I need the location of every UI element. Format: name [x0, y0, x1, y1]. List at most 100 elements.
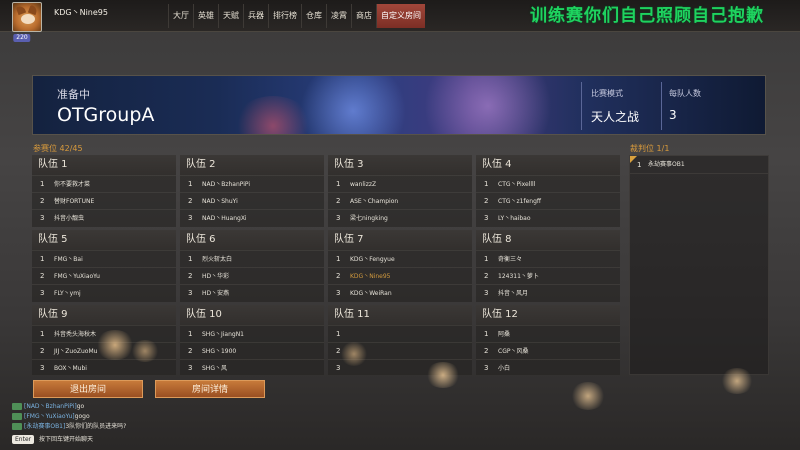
enter-key-icon: Enter	[12, 435, 35, 444]
team-slot-row[interactable]: 3 小白	[476, 359, 620, 375]
nav-item-weapons[interactable]: 兵器	[243, 4, 268, 28]
team-title: 队伍 12	[476, 305, 620, 325]
team-slot-row[interactable]: 1 你不要救才菜	[32, 175, 176, 192]
room-status: 准备中	[57, 88, 90, 101]
banner-divider	[581, 82, 582, 130]
team-slot-row[interactable]: 1 FMG丶Bai	[32, 250, 176, 267]
team-slot-row[interactable]: 3 BOX丶Mubi	[32, 359, 176, 375]
team-card: 队伍 3 1 wanlizzZ 2 ASE丶Champion 3 梁七ningking	[328, 155, 472, 227]
team-slot-row[interactable]: 2 NAD丶ShuYi	[180, 192, 324, 209]
team-slot-row[interactable]: 2 SHG丶1900	[180, 342, 324, 359]
team-title: 队伍 11	[328, 305, 472, 325]
participant-slots-label: 参赛位	[33, 144, 57, 153]
team-slot-row[interactable]: 1 烈火斩太白	[180, 250, 324, 267]
team-slot-row[interactable]: 2 替财FORTUNE	[32, 192, 176, 209]
player-name: SHG丶JiangN1	[202, 331, 245, 338]
room-details-button[interactable]: 房间详情	[155, 380, 265, 398]
chat-sender[interactable]: [NAD丶BzhanPiPi]	[24, 403, 77, 410]
team-title: 队伍 9	[32, 305, 176, 325]
team-slot-row[interactable]: 3 NAD丶HuangXi	[180, 209, 324, 226]
player-username: KDG丶Nine95	[54, 8, 108, 17]
chat-sender[interactable]: [永劫赛事OB1]	[24, 423, 65, 430]
room-banner: 准备中 OTGroupA 比赛模式 天人之战 每队人数 3	[32, 75, 766, 135]
team-slot-row[interactable]: 2 FMG丶YuXiaoYu	[32, 267, 176, 284]
slot-index: 3	[40, 364, 45, 372]
team-slot-row[interactable]: 3 LY丶haibao	[476, 209, 620, 226]
slot-index: 1	[336, 330, 341, 338]
referee-slots-count: 1/1	[656, 144, 670, 153]
slot-index: 2	[188, 347, 193, 355]
nav-item-heroes[interactable]: 英雄	[193, 4, 218, 28]
team-slot-row[interactable]: 2 CTG丶z1fengff	[476, 192, 620, 209]
player-avatar[interactable]	[12, 2, 42, 32]
player-name: NAD丶BzhanPiPi	[202, 181, 251, 188]
slot-index: 3	[484, 364, 489, 372]
team-slot-row[interactable]: 2 CGP丶风桑	[476, 342, 620, 359]
player-name: 抖音秃头海秋木	[54, 331, 97, 338]
team-slot-row[interactable]: 3 抖音小靓虫	[32, 209, 176, 226]
player-name: HD丶安燕	[202, 290, 230, 297]
nav-item-talents[interactable]: 天赋	[218, 4, 243, 28]
player-name: KDG丶Nine95	[350, 273, 391, 280]
team-slot-row[interactable]: 3 抖音丶风月	[476, 284, 620, 301]
nav-item-shop[interactable]: 商店	[351, 4, 376, 28]
team-slot-row[interactable]: 3 梁七ningking	[328, 209, 472, 226]
team-slot-row[interactable]: 1 CTG丶Pixellll	[476, 175, 620, 192]
team-slot-row[interactable]: 1 阿桑	[476, 325, 620, 342]
team-title: 队伍 4	[476, 155, 620, 175]
chat-input-hint-row[interactable]: Enter 按下回车键开始聊天	[12, 434, 93, 446]
team-slot-row[interactable]: 1 KDG丶Fengyue	[328, 250, 472, 267]
player-name: 梁七ningking	[350, 215, 388, 222]
chat-channel-icon	[12, 413, 22, 420]
team-slot-row[interactable]: 2 KDG丶Nine95	[328, 267, 472, 284]
team-slot-row[interactable]: 1 NAD丶BzhanPiPi	[180, 175, 324, 192]
lantern-glow	[425, 362, 461, 388]
team-slot-row[interactable]: 2 ASE丶Champion	[328, 192, 472, 209]
chat-channel-icon	[12, 423, 22, 430]
slot-index: 3	[40, 214, 45, 222]
player-name: 抖音丶风月	[498, 290, 529, 297]
player-name: 阿桑	[498, 331, 511, 338]
team-title: 队伍 7	[328, 230, 472, 250]
nav-item-leaderboard[interactable]: 排行榜	[268, 4, 301, 28]
team-slot-row[interactable]: 1 wanlizzZ	[328, 175, 472, 192]
slot-index: 2	[336, 197, 341, 205]
leave-room-button[interactable]: 退出房间	[33, 380, 143, 398]
player-name: 小白	[498, 365, 511, 372]
player-name: CGP丶风桑	[498, 348, 529, 355]
player-name: CTG丶z1fengff	[498, 198, 542, 205]
team-slot-row[interactable]: 1 奇衡三々	[476, 250, 620, 267]
participant-slots-count: 42/45	[59, 144, 83, 153]
slot-index: 3	[188, 214, 193, 222]
player-name: KDG丶WeiRan	[350, 290, 392, 297]
team-title: 队伍 5	[32, 230, 176, 250]
slot-index: 1	[336, 180, 341, 188]
nav-item-lingxiao[interactable]: 凌霄	[326, 4, 351, 28]
slot-index: 2	[484, 272, 489, 280]
team-slot-row[interactable]: 3 KDG丶WeiRan	[328, 284, 472, 301]
lantern-glow	[570, 382, 606, 410]
team-slot-row[interactable]: 2 124311丶萝卜	[476, 267, 620, 284]
nav-item-lobby[interactable]: 大厅	[168, 4, 193, 28]
chat-input-hint: 按下回车键开始聊天	[39, 436, 94, 443]
slot-index: 2	[484, 347, 489, 355]
referee-slots-header: 裁判位 1/1	[630, 143, 669, 154]
team-slot-row[interactable]: 3 FLY丶ymj	[32, 284, 176, 301]
team-slot-row[interactable]: 1	[328, 325, 472, 342]
slot-index: 3	[188, 364, 193, 372]
avatar-face	[21, 14, 35, 24]
referee-slot-row[interactable]: 1 永劫赛事OB1	[630, 156, 768, 174]
team-slot-row[interactable]: 1 SHG丶JiangN1	[180, 325, 324, 342]
team-slot-row[interactable]: 3 SHG丶风	[180, 359, 324, 375]
nav-item-warehouse[interactable]: 仓库	[301, 4, 326, 28]
chat-text: gogo	[74, 413, 90, 420]
chat-sender[interactable]: [FMG丶YuXiaoYu]	[24, 413, 75, 420]
slot-index: 3	[484, 214, 489, 222]
player-name: 你不要救才菜	[54, 181, 91, 188]
slot-index: 1	[40, 255, 45, 263]
match-mode-label: 比赛模式	[591, 89, 623, 98]
lantern-glow	[720, 368, 754, 394]
team-slot-row[interactable]: 3 HD丶安燕	[180, 284, 324, 301]
team-slot-row[interactable]: 2 HD丶华彩	[180, 267, 324, 284]
nav-item-custom-room[interactable]: 自定义房间	[376, 4, 425, 28]
